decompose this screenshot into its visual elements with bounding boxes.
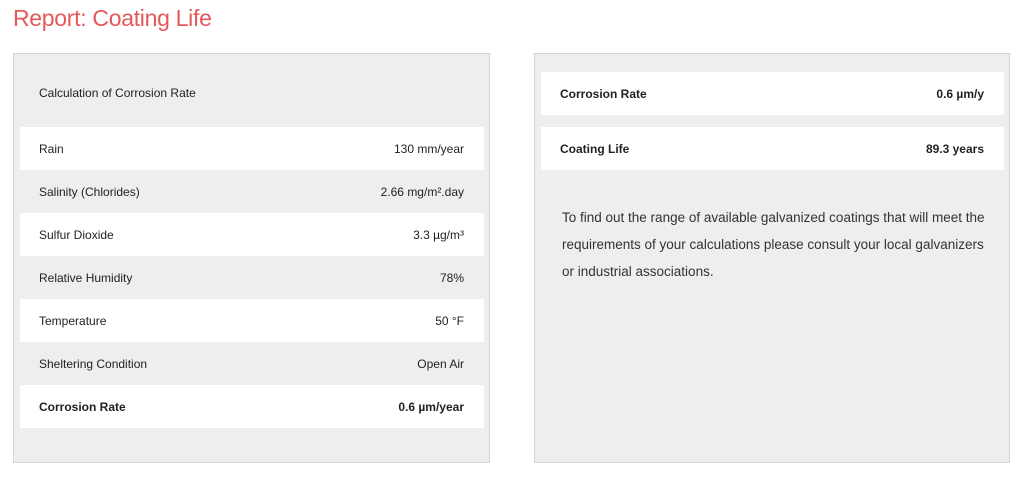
- row-label: Coating Life: [560, 141, 630, 156]
- row-value: 78%: [439, 270, 464, 285]
- calculation-table: Rain 130 mm/year Salinity (Chlorides) 2.…: [20, 127, 484, 428]
- consult-note: To find out the range of available galva…: [562, 210, 985, 279]
- row-value: 0.6 µm/year: [398, 399, 464, 414]
- table-row-sulfur-dioxide: Sulfur Dioxide 3.3 µg/m³: [20, 213, 484, 256]
- row-value: 0.6 µm/y: [936, 86, 984, 101]
- result-row-coating-life: Coating Life 89.3 years: [541, 127, 1004, 170]
- corrosion-calculation-panel: Calculation of Corrosion Rate Rain 130 m…: [13, 53, 490, 463]
- result-row-corrosion-rate: Corrosion Rate 0.6 µm/y: [541, 72, 1004, 115]
- row-label: Corrosion Rate: [39, 399, 126, 414]
- row-label: Temperature: [39, 313, 107, 328]
- row-label: Relative Humidity: [39, 270, 133, 285]
- row-value: 89.3 years: [925, 141, 984, 156]
- row-value: 3.3 µg/m³: [413, 227, 464, 242]
- table-row-relative-humidity: Relative Humidity 78%: [20, 256, 484, 299]
- table-row-temperature: Temperature 50 °F: [20, 299, 484, 342]
- row-value: 2.66 mg/m².day: [380, 184, 464, 199]
- calculation-heading: Calculation of Corrosion Rate: [39, 86, 196, 100]
- row-value: 130 mm/year: [393, 141, 464, 156]
- table-row-sheltering-condition: Sheltering Condition Open Air: [20, 342, 484, 385]
- row-label: Sheltering Condition: [39, 356, 148, 371]
- table-row-corrosion-rate: Corrosion Rate 0.6 µm/year: [20, 385, 484, 428]
- table-row-rain: Rain 130 mm/year: [20, 127, 484, 170]
- results-table: Corrosion Rate 0.6 µm/y Coating Life 89.…: [541, 72, 1004, 170]
- table-row-salinity: Salinity (Chlorides) 2.66 mg/m².day: [20, 170, 484, 213]
- page-title: Report: Coating Life: [13, 5, 212, 31]
- row-label: Salinity (Chlorides): [39, 184, 140, 199]
- row-label: Corrosion Rate: [560, 86, 647, 101]
- row-label: Rain: [39, 141, 64, 156]
- row-label: Sulfur Dioxide: [39, 227, 114, 242]
- results-panel: Corrosion Rate 0.6 µm/y Coating Life 89.…: [534, 53, 1010, 463]
- row-value: 50 °F: [435, 313, 464, 328]
- row-value: Open Air: [417, 356, 464, 371]
